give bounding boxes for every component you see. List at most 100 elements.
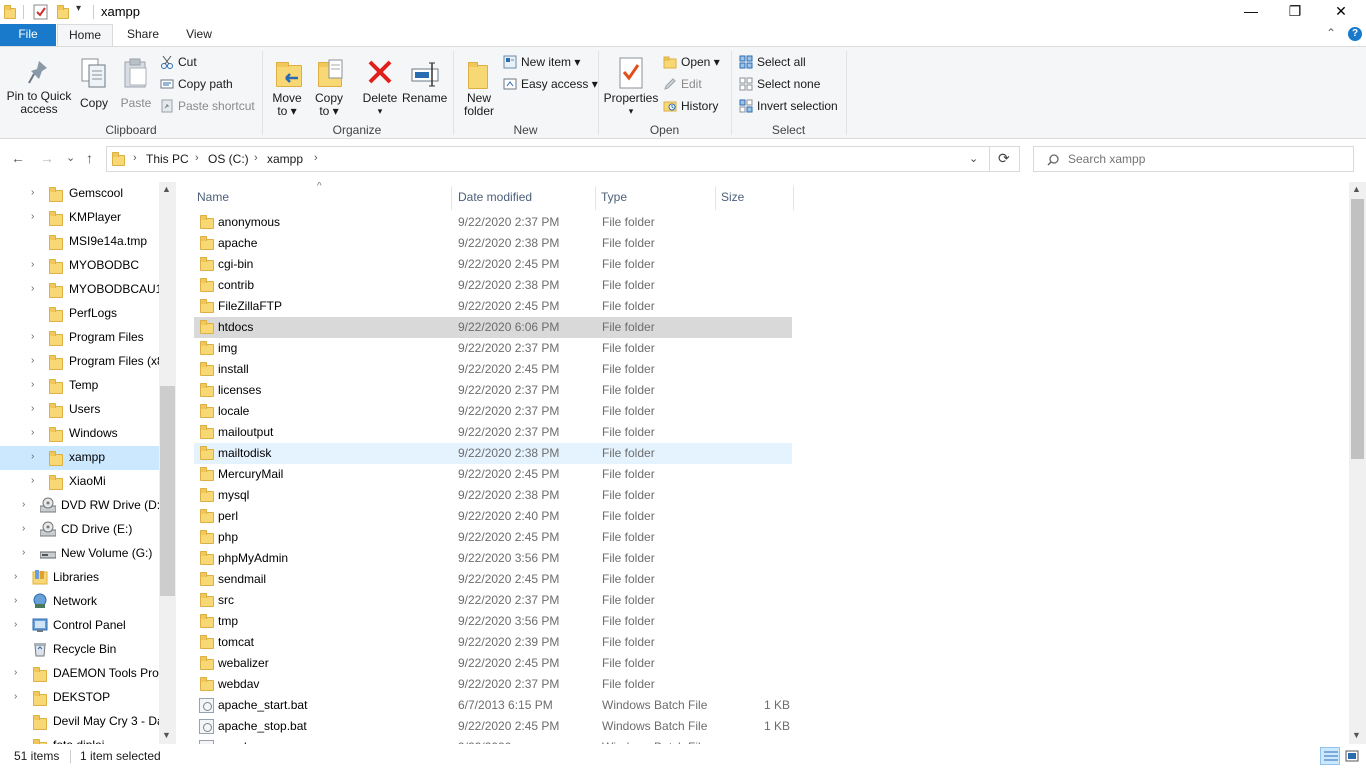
tab-file[interactable]: File — [0, 24, 56, 46]
expand-chevron-icon[interactable]: › — [31, 182, 34, 204]
easy-access-button[interactable]: Easy access ▾ — [503, 75, 598, 93]
cut-button[interactable]: Cut — [160, 53, 197, 71]
close-button[interactable]: ✕ — [1318, 0, 1364, 24]
expand-chevron-icon[interactable]: › — [31, 422, 34, 444]
breadcrumb-os-c[interactable]: OS (C:) — [208, 152, 249, 166]
nav-item-control-panel[interactable]: › Control Panel — [0, 614, 159, 638]
file-row[interactable]: apache_stop.bat 9/22/2020 2:45 PM Windows … — [194, 716, 792, 737]
file-row[interactable]: MercuryMail 9/22/2020 2:45 PM File folder — [194, 464, 792, 485]
column-header-type[interactable]: Type — [596, 186, 716, 210]
paste-button[interactable]: Paste — [118, 55, 154, 119]
nav-item-program-files[interactable]: › Program Files — [0, 326, 159, 350]
nav-item-dvd-rw-drive-d[interactable]: › DVD RW Drive (D:) — [0, 494, 159, 518]
file-row[interactable]: img 9/22/2020 2:37 PM File folder — [194, 338, 792, 359]
help-icon[interactable]: ? — [1348, 27, 1362, 41]
nav-scroll-down-button[interactable]: ▼ — [162, 730, 171, 740]
invert-selection-button[interactable]: Invert selection — [739, 97, 838, 115]
expand-chevron-icon[interactable]: › — [14, 590, 17, 612]
paste-shortcut-button[interactable]: Paste shortcut — [160, 97, 255, 115]
nav-item-xiaomi[interactable]: › XiaoMi — [0, 470, 159, 494]
nav-item-program-files-x86[interactable]: › Program Files (x86) — [0, 350, 159, 374]
quick-access-dropdown-icon[interactable]: ▾ — [76, 3, 81, 14]
select-all-button[interactable]: Select all — [739, 53, 806, 71]
file-row[interactable]: tmp 9/22/2020 3:56 PM File folder — [194, 611, 792, 632]
file-row[interactable]: tomcat 9/22/2020 2:39 PM File folder — [194, 632, 792, 653]
file-row[interactable]: apache 9/22/2020 2:38 PM File folder — [194, 233, 792, 254]
file-row[interactable]: FileZillaFTP 9/22/2020 2:45 PM File folder — [194, 296, 792, 317]
file-row[interactable]: perl 9/22/2020 2:40 PM File folder — [194, 506, 792, 527]
expand-chevron-icon[interactable]: › — [31, 206, 34, 228]
nav-item-cd-drive-e[interactable]: › CD Drive (E:) — [0, 518, 159, 542]
file-row[interactable]: src 9/22/2020 2:37 PM File folder — [194, 590, 792, 611]
properties-quick-access-icon[interactable] — [33, 4, 49, 20]
expand-chevron-icon[interactable]: › — [31, 278, 34, 300]
tab-home[interactable]: Home — [57, 24, 113, 47]
nav-item-myobodbc[interactable]: › MYOBODBC — [0, 254, 159, 278]
expand-chevron-icon[interactable]: › — [22, 518, 25, 540]
file-list-scrollbar-thumb[interactable] — [1351, 199, 1364, 459]
details-view-button[interactable] — [1320, 747, 1340, 765]
nav-item-gemscool[interactable]: › Gemscool — [0, 182, 159, 206]
forward-button[interactable]: → — [40, 150, 54, 166]
file-row[interactable]: anonymous 9/22/2020 2:37 PM File folder — [194, 212, 792, 233]
history-button[interactable]: History — [663, 97, 718, 115]
file-row[interactable]: mysql 9/22/2020 2:38 PM File folder — [194, 485, 792, 506]
nav-item-msi9e14a-tmp[interactable]: MSI9e14a.tmp — [0, 230, 159, 254]
expand-chevron-icon[interactable]: › — [31, 446, 34, 468]
file-row[interactable]: webalizer 9/22/2020 2:45 PM File folder — [194, 653, 792, 674]
tab-share[interactable]: Share — [116, 24, 170, 46]
scroll-down-button[interactable]: ▼ — [1352, 730, 1361, 740]
nav-item-devil-may-cry-3-dante[interactable]: Devil May Cry 3 - Dante — [0, 710, 159, 734]
file-row[interactable]: htdocs 9/22/2020 6:06 PM File folder — [194, 317, 792, 338]
up-button[interactable]: ↑ — [86, 150, 93, 166]
open-button[interactable]: Open ▾ — [663, 53, 720, 71]
column-header-size[interactable]: Size — [716, 186, 794, 210]
pin-to-quick-access-button[interactable]: Pin to Quick access — [4, 55, 74, 119]
maximize-button[interactable]: ❐ — [1272, 0, 1318, 24]
expand-chevron-icon[interactable]: › — [31, 374, 34, 396]
nav-item-kmplayer[interactable]: › KMPlayer — [0, 206, 159, 230]
file-row[interactable]: webdav 9/22/2020 2:37 PM File folder — [194, 674, 792, 695]
copy-button[interactable]: Copy — [76, 55, 112, 119]
nav-item-new-volume-g[interactable]: › New Volume (G:) — [0, 542, 159, 566]
move-to-button[interactable]: Move to ▾ — [268, 55, 306, 119]
file-row[interactable]: cgi-bin 9/22/2020 2:45 PM File folder — [194, 254, 792, 275]
expand-chevron-icon[interactable]: › — [22, 542, 25, 564]
new-folder-quick-access-icon[interactable] — [57, 4, 73, 20]
back-button[interactable]: ← — [11, 150, 25, 166]
file-row[interactable]: php 9/22/2020 2:45 PM File folder — [194, 527, 792, 548]
column-header-name[interactable]: Name — [192, 186, 452, 210]
breadcrumb-this-pc[interactable]: This PC — [146, 152, 189, 166]
nav-scroll-up-button[interactable]: ▲ — [162, 184, 171, 194]
copy-to-button[interactable]: Copy to ▾ — [310, 55, 348, 119]
address-dropdown-button[interactable]: ⌄ — [969, 152, 978, 165]
file-row[interactable]: contrib 9/22/2020 2:38 PM File folder — [194, 275, 792, 296]
nav-item-temp[interactable]: › Temp — [0, 374, 159, 398]
nav-item-windows[interactable]: › Windows — [0, 422, 159, 446]
scroll-up-button[interactable]: ▲ — [1352, 184, 1361, 194]
file-row[interactable]: licenses 9/22/2020 2:37 PM File folder — [194, 380, 792, 401]
nav-item-libraries[interactable]: › Libraries — [0, 566, 159, 590]
file-row[interactable]: install 9/22/2020 2:45 PM File folder — [194, 359, 792, 380]
file-row[interactable]: apache_... 9/22/2020 ... Windows Batch Fil… — [194, 737, 792, 744]
nav-item-dekstop[interactable]: › DEKSTOP — [0, 686, 159, 710]
file-row[interactable]: sendmail 9/22/2020 2:45 PM File folder — [194, 569, 792, 590]
expand-chevron-icon[interactable]: › — [14, 614, 17, 636]
file-row[interactable]: apache_start.bat 6/7/2013 6:15 PM Windows … — [194, 695, 792, 716]
refresh-button[interactable]: ⟳ — [998, 150, 1010, 167]
search-input[interactable] — [1068, 150, 1338, 168]
nav-item-foto-diploj[interactable]: foto diploj — [0, 734, 159, 744]
edit-button[interactable]: Edit — [663, 75, 702, 93]
nav-item-xampp[interactable]: › xampp — [0, 446, 159, 470]
file-row[interactable]: mailtodisk 9/22/2020 2:38 PM File folder — [194, 443, 792, 464]
expand-chevron-icon[interactable]: › — [31, 326, 34, 348]
nav-item-recycle-bin[interactable]: Recycle Bin — [0, 638, 159, 662]
select-none-button[interactable]: Select none — [739, 75, 820, 93]
file-row[interactable]: phpMyAdmin 9/22/2020 3:56 PM File folder — [194, 548, 792, 569]
expand-chevron-icon[interactable]: › — [14, 566, 17, 588]
column-header-date[interactable]: Date modified — [453, 186, 596, 210]
nav-scrollbar[interactable]: ▲ ▼ — [159, 182, 176, 744]
nav-scrollbar-thumb[interactable] — [160, 386, 175, 596]
search-box[interactable] — [1033, 146, 1354, 172]
file-list-scrollbar[interactable]: ▲ ▼ — [1349, 182, 1366, 744]
